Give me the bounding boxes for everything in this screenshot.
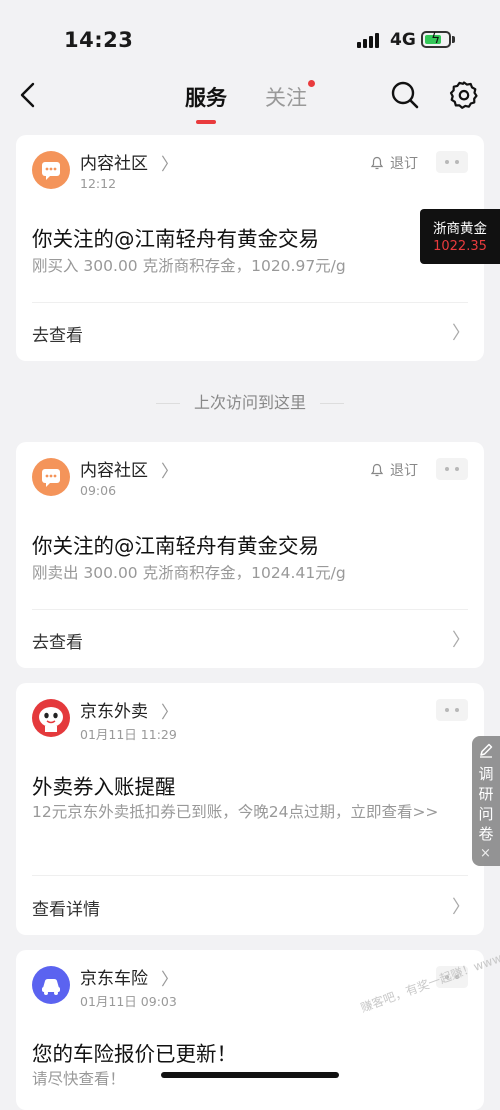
message-title: 你关注的@江南轻舟有黄金交易 — [32, 534, 319, 558]
pen-icon — [480, 743, 493, 758]
tab-follow[interactable]: 关注 — [265, 82, 307, 112]
message-desc: 刚买入 300.00 克浙商积存金，1020.97元/g — [32, 257, 346, 275]
unsubscribe-label: 退订 — [390, 156, 418, 172]
last-visited-marker: 上次访问到这里 — [0, 389, 500, 413]
status-bar: 14:23 4G ϟ — [0, 0, 500, 80]
divider — [32, 609, 468, 610]
battery-tip — [452, 36, 455, 43]
bell-icon — [370, 463, 384, 477]
unsubscribe-button[interactable]: 退订 — [370, 153, 418, 173]
source-name[interactable]: 内容社区 — [80, 456, 148, 481]
chevron-right-icon[interactable]: 〉 — [452, 626, 470, 652]
unsubscribe-label: 退订 — [390, 463, 418, 479]
tab-active-indicator — [196, 120, 216, 124]
back-arrow-icon[interactable] — [14, 78, 44, 112]
message-card: 京东车险 〉 01月11日 09:03 您的车险报价已更新！ 请尽快查看！ — [16, 950, 484, 1110]
close-icon[interactable]: × — [480, 846, 491, 861]
message-card: 京东外卖 〉 01月11日 11:29 外卖券入账提醒 12元京东外卖抵扣券已到… — [16, 683, 484, 935]
divider — [32, 302, 468, 303]
message-desc: 刚卖出 300.00 克浙商积存金，1024.41元/g — [32, 564, 346, 582]
network-label: 4G — [390, 30, 416, 50]
message-card: 内容社区 〉 12:12 退订 你关注的@江南轻舟有黄金交易 刚买入 300.0… — [16, 135, 484, 361]
message-title: 您的车险报价已更新！ — [32, 1042, 237, 1066]
view-details-link[interactable]: 查看详情 — [32, 895, 100, 920]
last-visited-label: 上次访问到这里 — [193, 393, 306, 412]
chevron-right-icon[interactable]: 〉 — [161, 150, 178, 175]
view-link[interactable]: 去查看 — [32, 321, 83, 346]
gear-icon[interactable] — [449, 80, 479, 110]
search-icon[interactable] — [390, 80, 420, 110]
source-name[interactable]: 京东外卖 — [80, 697, 148, 722]
message-time: 01月11日 11:29 — [80, 727, 177, 742]
message-time: 09:06 — [80, 483, 117, 498]
community-avatar — [32, 458, 70, 496]
view-link[interactable]: 去查看 — [32, 628, 83, 653]
source-name[interactable]: 京东车险 — [80, 964, 148, 989]
message-desc: 12元京东外卖抵扣券已到账，今晚24点过期，立即查看>> — [32, 803, 439, 821]
tab-follow-label: 关注 — [265, 86, 307, 110]
more-dots-icon[interactable] — [436, 151, 468, 173]
top-nav: 服务 关注 — [0, 70, 500, 124]
survey-tab[interactable]: 调研问卷 × — [472, 736, 500, 866]
bell-icon — [370, 156, 384, 170]
message-title: 你关注的@江南轻舟有黄金交易 — [32, 227, 319, 251]
tab-services-label: 服务 — [185, 86, 227, 110]
survey-label: 调研问卷 — [478, 765, 494, 843]
message-desc: 请尽快查看！ — [32, 1070, 126, 1088]
battery-icon: ϟ — [421, 31, 451, 48]
notification-dot — [308, 80, 315, 87]
chevron-right-icon[interactable]: 〉 — [452, 319, 470, 345]
waimai-avatar — [32, 699, 70, 737]
home-indicator[interactable] — [161, 1072, 339, 1078]
more-dots-icon[interactable] — [436, 699, 468, 721]
message-title: 外卖券入账提醒 — [32, 775, 176, 799]
source-name[interactable]: 内容社区 — [80, 149, 148, 174]
chevron-right-icon[interactable]: 〉 — [161, 698, 178, 723]
gold-name: 浙商黄金 — [433, 221, 487, 237]
community-avatar — [32, 151, 70, 189]
status-time: 14:23 — [64, 28, 134, 52]
more-dots-icon[interactable] — [436, 458, 468, 480]
divider — [32, 875, 468, 876]
gold-price-badge[interactable]: 浙商黄金 1022.35 — [420, 209, 500, 264]
signal-icon — [357, 32, 383, 48]
chevron-right-icon[interactable]: 〉 — [452, 893, 470, 919]
message-card: 内容社区 〉 09:06 退订 你关注的@江南轻舟有黄金交易 刚卖出 300.0… — [16, 442, 484, 668]
insurance-avatar — [32, 966, 70, 1004]
gold-price: 1022.35 — [433, 239, 487, 254]
chevron-right-icon[interactable]: 〉 — [161, 965, 178, 990]
tab-services[interactable]: 服务 — [185, 82, 227, 124]
unsubscribe-button[interactable]: 退订 — [370, 460, 418, 480]
message-time: 12:12 — [80, 176, 117, 191]
message-time: 01月11日 09:03 — [80, 994, 177, 1009]
chevron-right-icon[interactable]: 〉 — [161, 457, 178, 482]
